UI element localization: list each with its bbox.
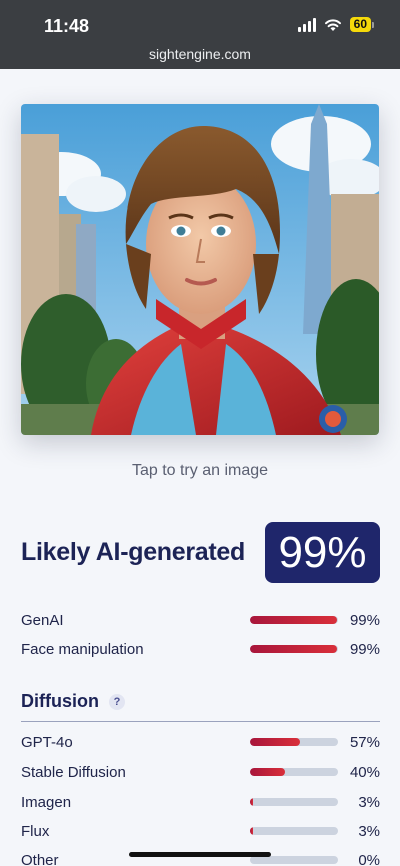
score-row-genai: GenAI 99% — [21, 610, 380, 630]
model-label: Stable Diffusion — [21, 763, 126, 781]
clock: 11:48 — [44, 16, 90, 36]
analyzed-image[interactable] — [21, 104, 379, 435]
diffusion-row-flux: Flux 3% — [21, 821, 380, 841]
score-row-face-manipulation: Face manipulation 99% — [21, 639, 380, 659]
diffusion-row-imagen: Imagen 3% — [21, 792, 380, 812]
model-score-bar — [250, 827, 338, 835]
model-score-bar — [250, 798, 338, 806]
battery-level: 60 — [349, 17, 371, 32]
section-divider — [21, 721, 380, 722]
score-bar — [250, 616, 338, 624]
model-label: Flux — [21, 822, 50, 840]
model-percent: 57% — [349, 733, 380, 751]
verdict-title: Likely AI-generated — [21, 538, 245, 566]
home-indicator[interactable] — [129, 852, 271, 857]
cellular-signal-icon — [297, 17, 316, 32]
try-image-hint[interactable]: Tap to try an image — [0, 462, 400, 480]
score-percent: 99% — [349, 611, 380, 629]
score-label: GenAI — [21, 611, 64, 629]
score-percent: 99% — [349, 640, 380, 658]
battery-icon: 60 — [349, 17, 374, 32]
model-label: GPT-4o — [21, 733, 73, 751]
model-score-bar — [250, 768, 338, 776]
model-percent: 3% — [358, 822, 380, 840]
diffusion-row-stable-diffusion: Stable Diffusion 40% — [21, 762, 380, 782]
model-label: Imagen — [21, 793, 72, 811]
address-bar[interactable]: sightengine.com — [0, 46, 400, 62]
status-icons: 60 — [297, 17, 374, 32]
help-icon[interactable]: ? — [109, 693, 125, 710]
status-bar: 11:48 60 sightengine.com — [0, 0, 400, 69]
diffusion-section-title: Diffusion ? — [21, 691, 125, 712]
model-score-bar — [250, 738, 338, 746]
model-percent: 40% — [349, 763, 380, 781]
diffusion-row-gpt-4o: GPT-4o 57% — [21, 732, 380, 752]
score-badge: 99% — [265, 522, 380, 583]
model-score-bar — [250, 856, 338, 864]
model-percent: 3% — [358, 793, 380, 811]
wifi-icon — [324, 18, 341, 31]
model-percent: 0% — [358, 851, 380, 866]
section-title-text: Diffusion — [21, 691, 99, 711]
score-label: Face manipulation — [21, 640, 144, 658]
score-bar — [250, 645, 338, 653]
portrait-image — [21, 104, 379, 435]
